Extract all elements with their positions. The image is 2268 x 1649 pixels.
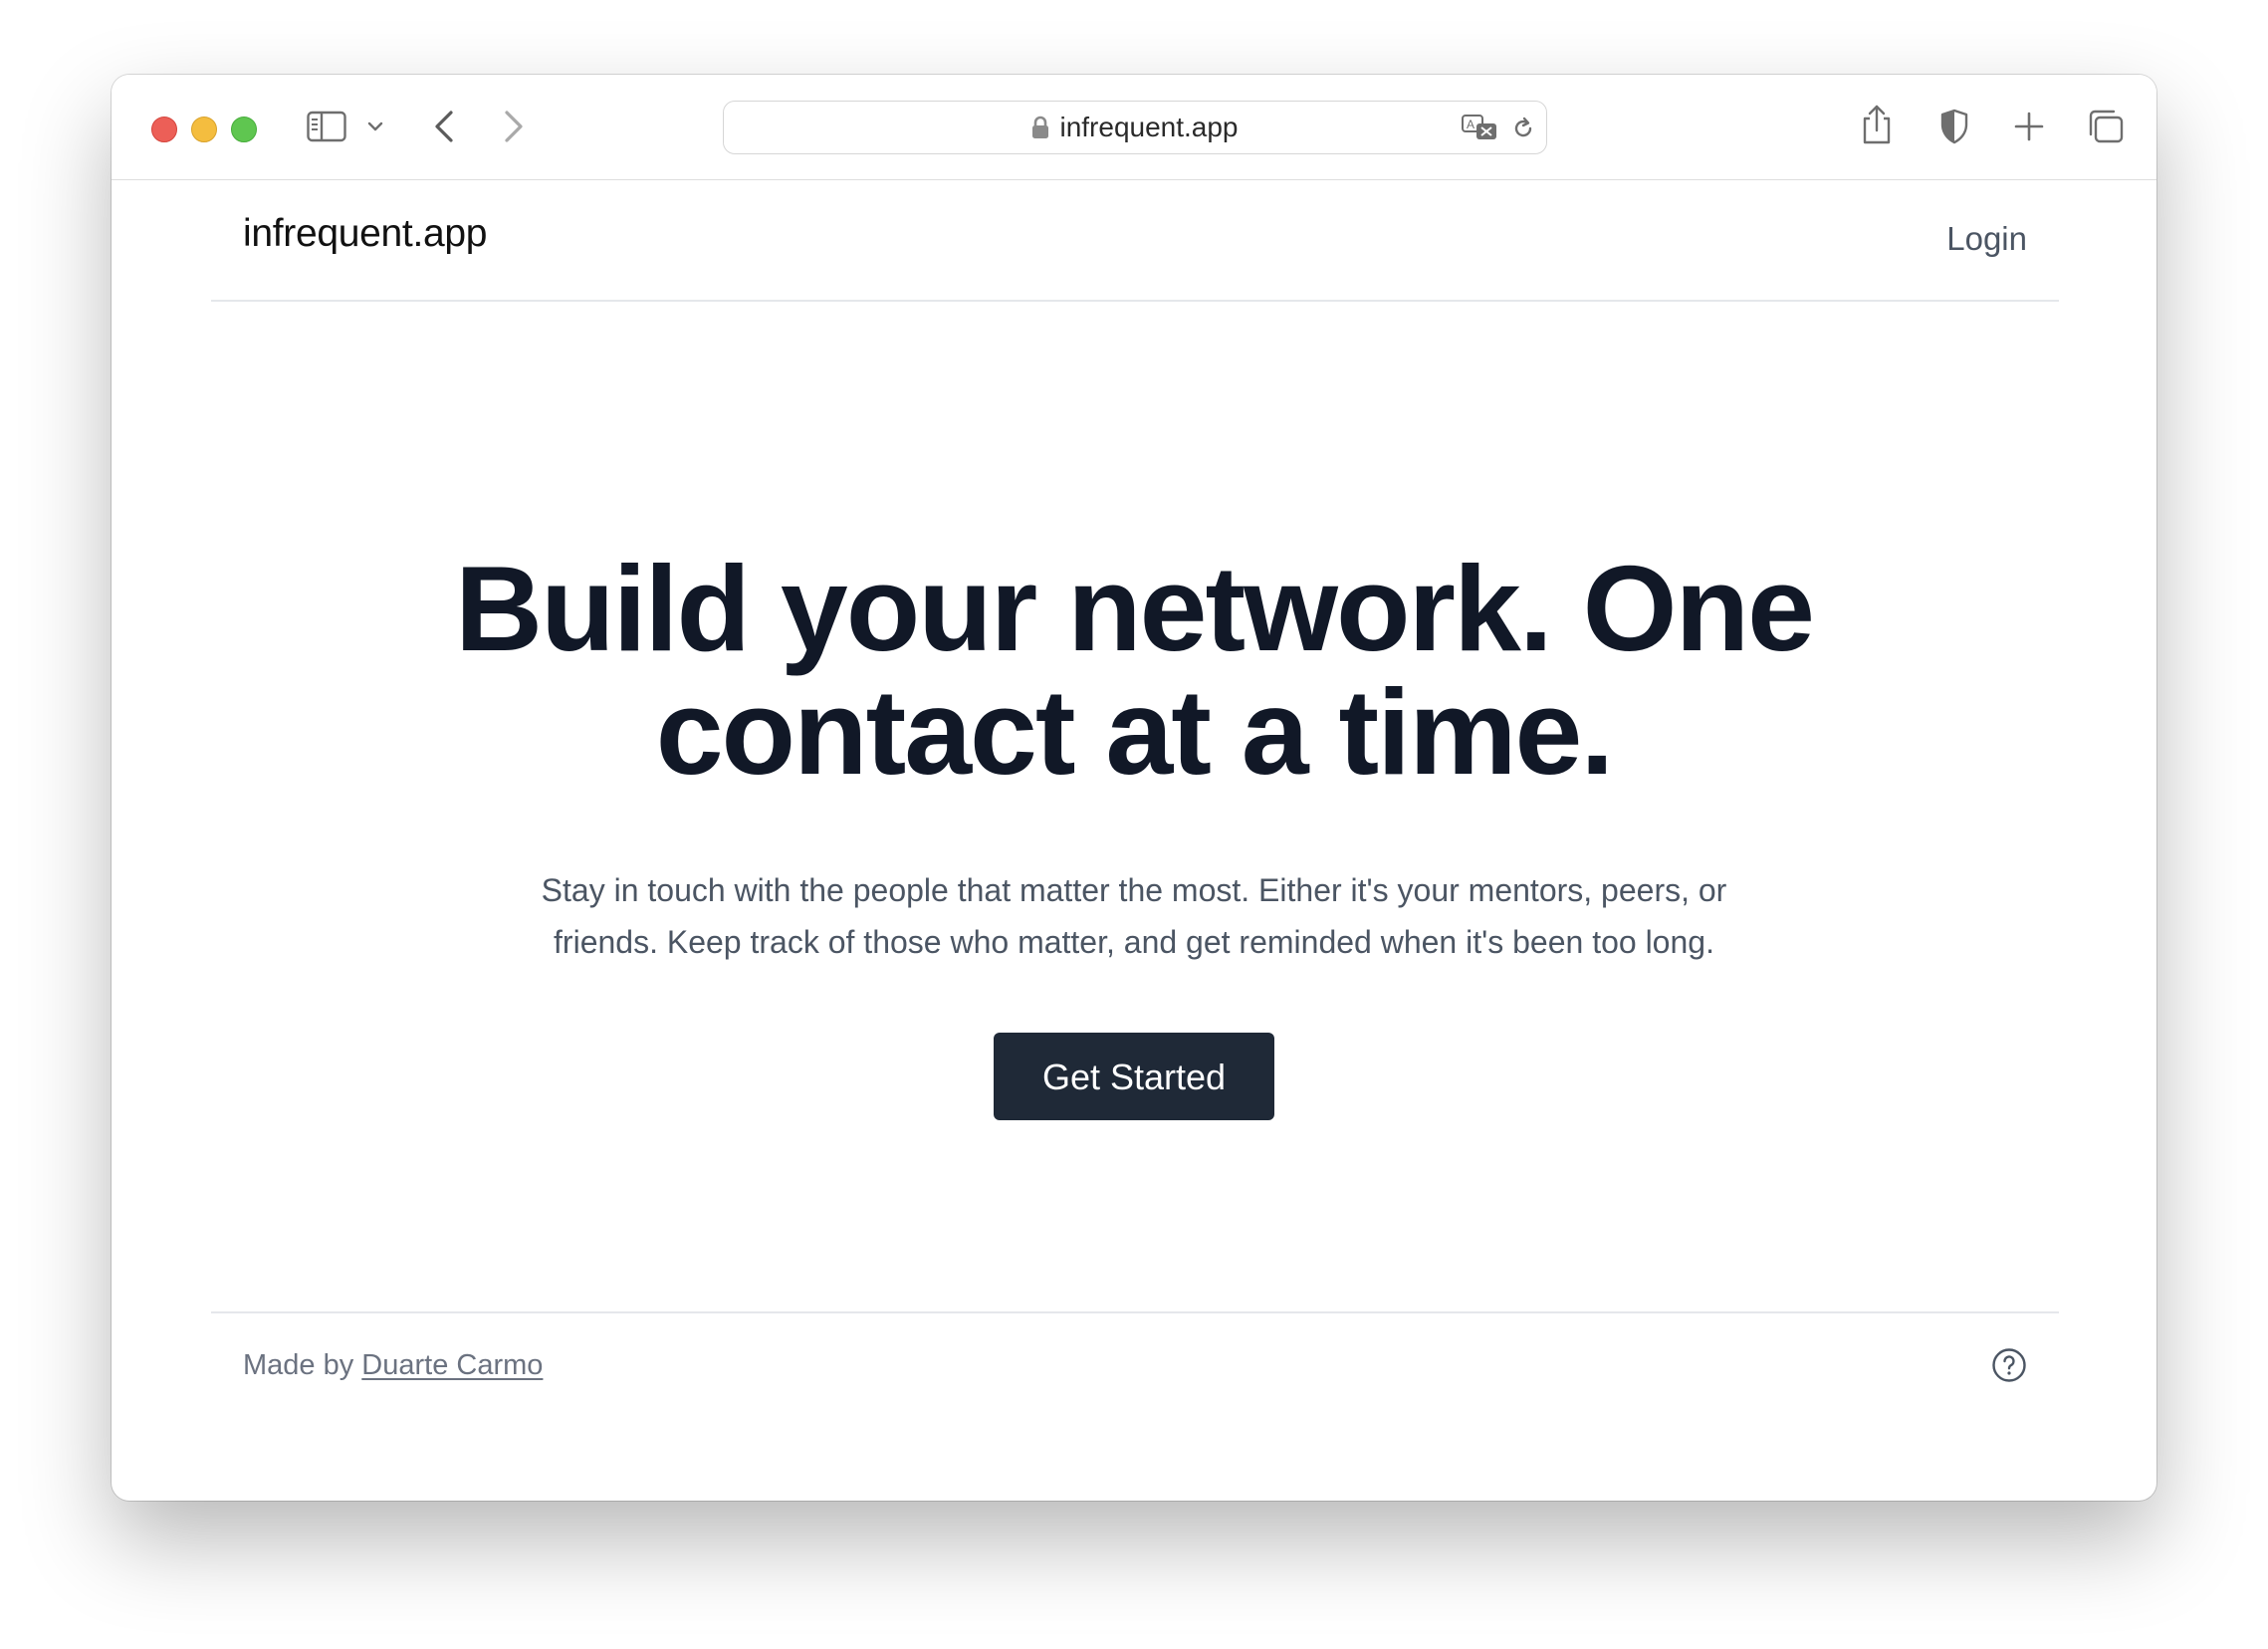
close-window-button[interactable]: [151, 117, 177, 142]
back-arrow-icon[interactable]: [432, 109, 456, 144]
hero-title-line: contact at a time.: [655, 664, 1615, 800]
site-header: infrequent.app Login: [211, 180, 2059, 302]
get-started-button[interactable]: Get Started: [994, 1033, 1274, 1120]
reload-icon[interactable]: [1510, 116, 1536, 141]
login-link[interactable]: Login: [1946, 220, 2027, 258]
hero-title-line: Build your network. One: [455, 541, 1815, 676]
browser-toolbar: infrequent.app A: [112, 75, 2156, 180]
help-circle-icon[interactable]: [1991, 1347, 2027, 1383]
made-by-text: Made by Duarte Carmo: [243, 1349, 543, 1382]
site-footer: Made by Duarte Carmo: [211, 1311, 2059, 1423]
hero-subtitle-line: Stay in touch with the people that matte…: [541, 872, 1727, 908]
tabs-icon[interactable]: [2087, 109, 2125, 144]
hero-title: Build your network. One contact at a tim…: [112, 547, 2156, 794]
translate-icon[interactable]: A: [1461, 114, 1500, 143]
plus-icon[interactable]: [2013, 111, 2045, 142]
hero-subtitle: Stay in touch with the people that matte…: [112, 864, 2156, 968]
minimize-window-button[interactable]: [191, 117, 217, 142]
share-icon[interactable]: [1860, 103, 1894, 146]
lock-icon: [1032, 116, 1049, 138]
made-by-prefix: Made by: [243, 1349, 362, 1381]
forward-arrow-icon[interactable]: [502, 109, 526, 144]
site-brand[interactable]: infrequent.app: [243, 212, 487, 256]
author-link[interactable]: Duarte Carmo: [361, 1349, 543, 1381]
svg-text:A: A: [1467, 118, 1474, 131]
browser-window: infrequent.app A infrequent.app Login Bu…: [112, 75, 2156, 1501]
chevron-down-icon[interactable]: [367, 120, 383, 132]
sidebar-icon[interactable]: [307, 111, 346, 142]
url-text: infrequent.app: [1059, 112, 1239, 142]
hero-subtitle-line: friends. Keep track of those who matter,…: [554, 924, 1714, 960]
page-content: infrequent.app Login Build your network.…: [112, 180, 2156, 1501]
shield-icon[interactable]: [1939, 109, 1969, 144]
zoom-window-button[interactable]: [231, 117, 257, 142]
address-bar[interactable]: infrequent.app A: [723, 101, 1547, 154]
